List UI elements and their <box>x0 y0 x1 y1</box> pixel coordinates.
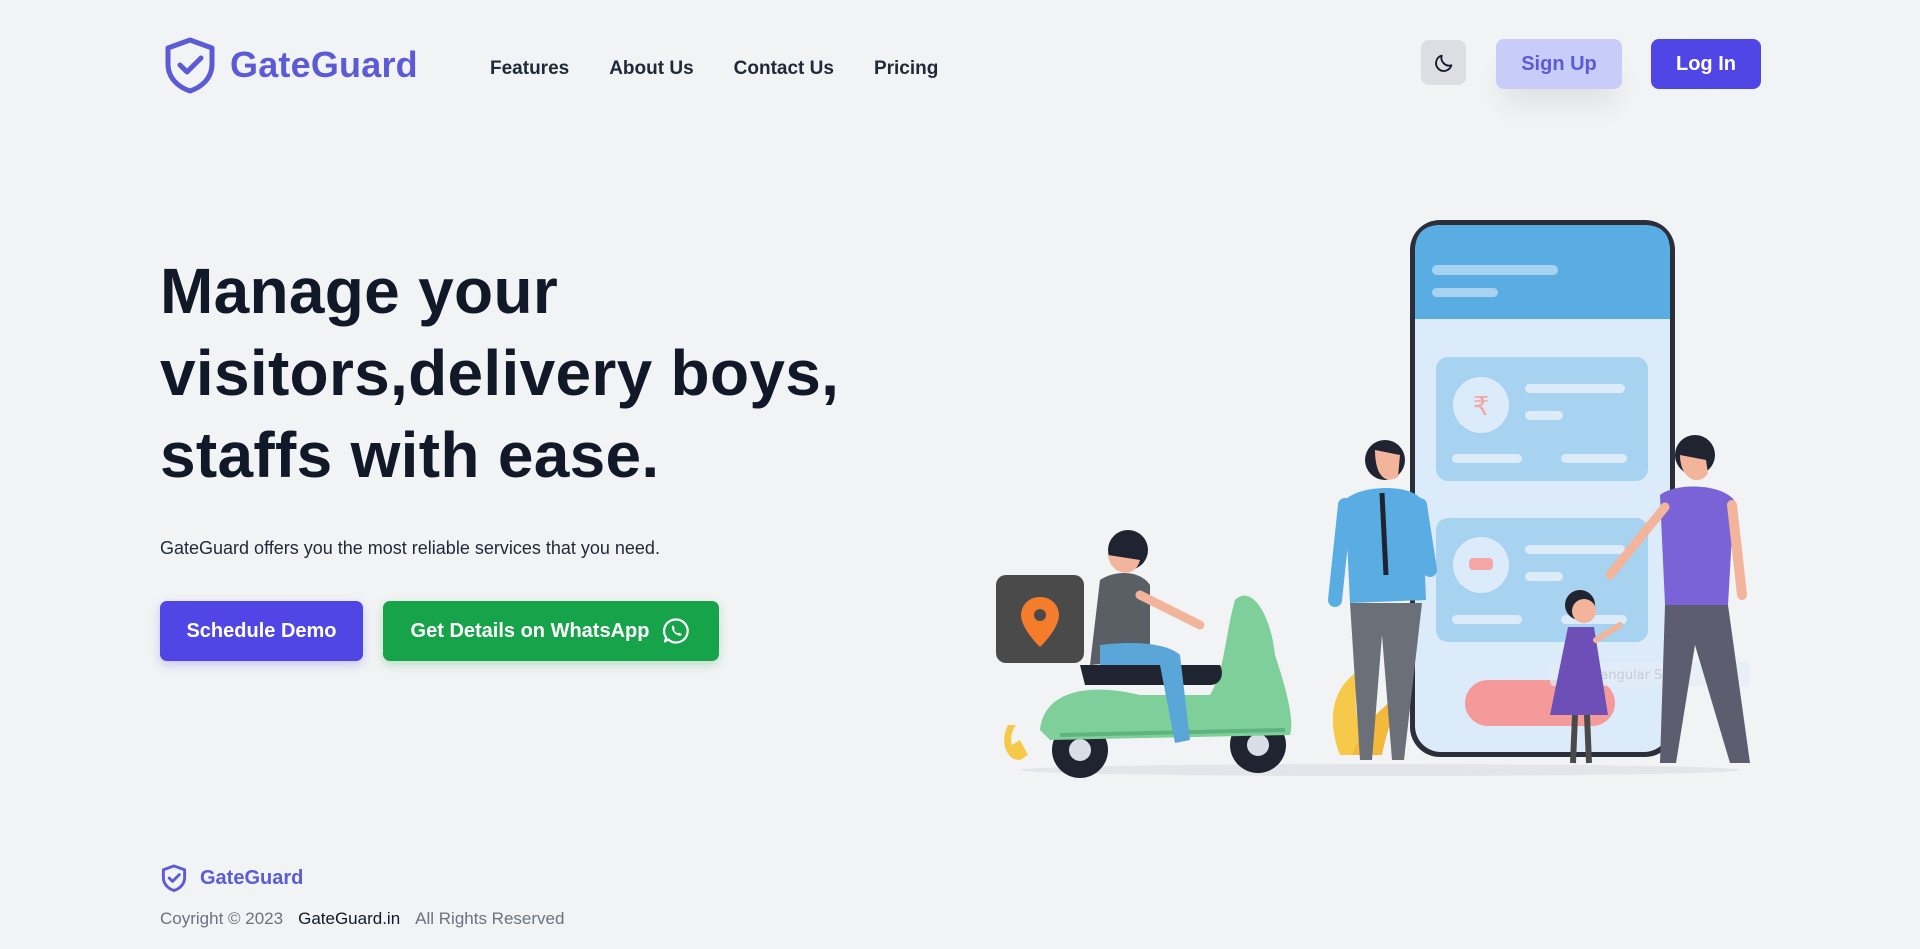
site-header: GateGuard Features About Us Contact Us P… <box>0 0 1920 130</box>
shield-check-icon <box>165 37 215 94</box>
hero-title-line: staffs with ease. <box>160 419 660 491</box>
nav-about-us[interactable]: About Us <box>609 58 693 80</box>
log-in-button[interactable]: Log In <box>1651 39 1761 89</box>
brand-name: GateGuard <box>230 44 418 85</box>
hero-illustration: ₹ rectangular SI <box>996 220 1750 778</box>
theme-toggle-button[interactable] <box>1421 40 1466 85</box>
hero-title-line: visitors,delivery boys, <box>160 337 840 409</box>
whatsapp-icon <box>663 618 690 644</box>
nav-contact-us[interactable]: Contact Us <box>734 58 834 80</box>
nav-pricing[interactable]: Pricing <box>874 58 938 80</box>
site-link[interactable]: GateGuard.in <box>298 909 400 929</box>
main-nav: Features About Us Contact Us Pricing <box>490 58 938 80</box>
sign-up-button[interactable]: Sign Up <box>1496 39 1622 89</box>
footer-brand: GateGuard <box>160 864 303 892</box>
whatsapp-button[interactable]: Get Details on WhatsApp <box>383 601 719 661</box>
whatsapp-button-label: Get Details on WhatsApp <box>410 619 650 642</box>
schedule-demo-button[interactable]: Schedule Demo <box>160 601 363 661</box>
hero-title: Manage your visitors,delivery boys, staf… <box>160 250 880 496</box>
brand-logo-link[interactable]: GateGuard <box>162 36 418 94</box>
scooter-illustration <box>996 530 1292 778</box>
rights-text: All Rights Reserved <box>415 909 565 928</box>
hero-title-line: Manage your <box>160 255 559 327</box>
copyright-line: Coyright © 2023 GateGuard.in All Rights … <box>160 909 564 929</box>
footer-brand-name: GateGuard <box>200 866 304 889</box>
nav-features[interactable]: Features <box>490 58 569 80</box>
moon-icon <box>1434 54 1452 72</box>
shield-check-icon <box>161 864 187 892</box>
ground-shadow <box>1020 764 1740 776</box>
hero-subtitle: GateGuard offers you the most reliable s… <box>160 538 660 558</box>
copyright-text: Coyright © 2023 <box>160 909 284 928</box>
svg-text:₹: ₹ <box>1473 392 1490 422</box>
